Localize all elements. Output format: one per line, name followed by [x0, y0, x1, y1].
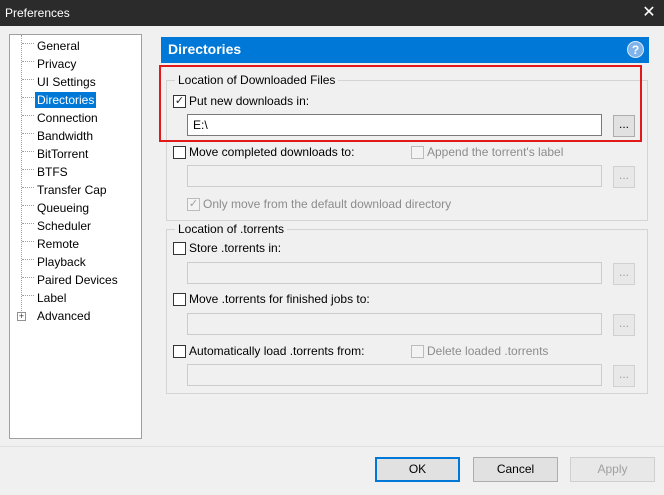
footer-divider — [0, 446, 664, 447]
tree-branch — [22, 97, 34, 98]
checkbox-label: Append the torrent's label — [427, 145, 564, 159]
move-completed-path-field[interactable] — [187, 165, 602, 187]
browse-button[interactable]: ... — [613, 365, 635, 387]
apply-button[interactable]: Apply — [570, 457, 655, 482]
sidebar-item-ui-settings[interactable]: UI Settings — [35, 74, 98, 90]
sidebar-item-connection[interactable]: Connection — [35, 110, 100, 126]
browse-button[interactable]: ... — [613, 263, 635, 285]
close-icon[interactable]: ✕ — [638, 3, 660, 23]
tree-branch — [22, 133, 34, 134]
checkbox-label: Only move from the default download dire… — [203, 197, 452, 211]
sidebar-item-bandwidth[interactable]: Bandwidth — [35, 128, 95, 144]
sidebar-item-general[interactable]: General — [35, 38, 82, 54]
panel-header: Directories ? — [161, 37, 649, 63]
browse-button[interactable]: ... — [613, 166, 635, 188]
tree-branch — [22, 295, 34, 296]
tree-branch — [22, 259, 34, 260]
checkbox-box[interactable] — [173, 146, 186, 159]
sidebar-item-bittorrent[interactable]: BitTorrent — [35, 146, 90, 162]
checkbox-box[interactable] — [411, 345, 424, 358]
help-icon[interactable]: ? — [627, 41, 644, 58]
sidebar-item-privacy[interactable]: Privacy — [35, 56, 78, 72]
checkbox-box[interactable] — [411, 146, 424, 159]
tree-branch — [22, 169, 34, 170]
sidebar-item-advanced[interactable]: Advanced — [35, 308, 92, 324]
highlight-box — [159, 65, 642, 142]
sidebar-item-remote[interactable]: Remote — [35, 236, 81, 252]
category-tree[interactable]: General Privacy UI Settings Directories … — [9, 34, 142, 439]
checkbox-box[interactable] — [173, 345, 186, 358]
tree-branch — [22, 151, 34, 152]
sidebar-item-transfer-cap[interactable]: Transfer Cap — [35, 182, 109, 198]
page-title: Directories — [168, 41, 242, 57]
checkbox-label: Move .torrents for finished jobs to: — [189, 292, 370, 306]
checkbox-box[interactable]: ✓ — [187, 198, 200, 211]
browse-button[interactable]: ... — [613, 314, 635, 336]
sidebar-item-label[interactable]: Label — [35, 290, 68, 306]
move-finished-path-field[interactable] — [187, 313, 602, 335]
sidebar-item-queueing[interactable]: Queueing — [35, 200, 91, 216]
sidebar-item-playback[interactable]: Playback — [35, 254, 88, 270]
tree-branch — [22, 241, 34, 242]
expand-icon[interactable]: + — [17, 312, 26, 321]
checkbox-box[interactable] — [173, 242, 186, 255]
checkbox-box[interactable] — [173, 293, 186, 306]
tree-branch — [22, 115, 34, 116]
sidebar-item-scheduler[interactable]: Scheduler — [35, 218, 93, 234]
ok-button[interactable]: OK — [375, 457, 460, 482]
tree-branch — [22, 61, 34, 62]
window-title: Preferences — [5, 6, 70, 20]
checkbox-label: Automatically load .torrents from: — [189, 344, 365, 358]
checkbox-label: Store .torrents in: — [189, 241, 282, 255]
store-torrents-path-field[interactable] — [187, 262, 602, 284]
sidebar-item-directories[interactable]: Directories — [35, 92, 97, 108]
tree-branch — [22, 277, 34, 278]
tree-branch — [22, 43, 34, 44]
tree-guide-line — [21, 35, 22, 317]
sidebar-item-btfs[interactable]: BTFS — [35, 164, 70, 180]
tree-branch — [22, 187, 34, 188]
title-bar: Preferences ✕ — [0, 0, 664, 26]
auto-load-path-field[interactable] — [187, 364, 602, 386]
tree-branch — [22, 79, 34, 80]
sidebar-item-paired-devices[interactable]: Paired Devices — [35, 272, 120, 288]
checkbox-label: Delete loaded .torrents — [427, 344, 549, 358]
tree-branch — [22, 205, 34, 206]
tree-branch — [22, 223, 34, 224]
group-legend: Location of .torrents — [175, 222, 288, 236]
cancel-button[interactable]: Cancel — [473, 457, 558, 482]
checkbox-label: Move completed downloads to: — [189, 145, 355, 159]
